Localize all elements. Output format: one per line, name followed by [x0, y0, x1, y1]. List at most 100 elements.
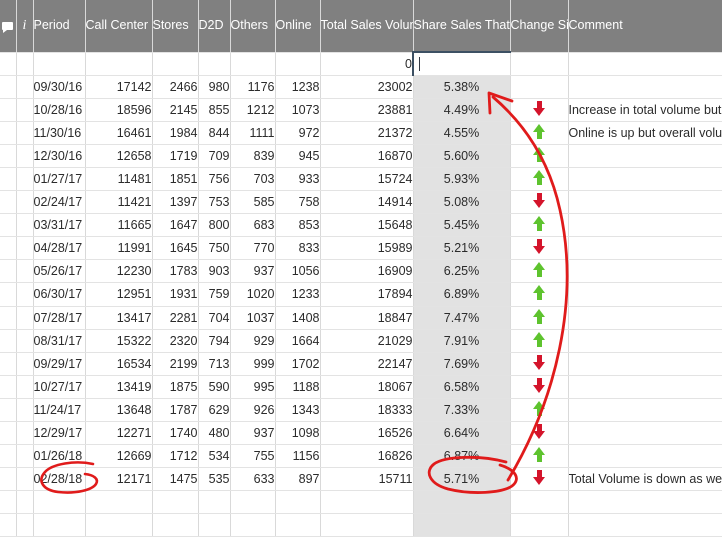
cell-d2d[interactable]: 759 [198, 282, 231, 307]
cell-stores[interactable]: 1875 [152, 375, 199, 399]
row-comment-marker-cell[interactable] [0, 167, 17, 192]
row-comment-marker-cell[interactable] [0, 98, 17, 122]
cell-change-since-last-period[interactable] [510, 167, 569, 192]
cell-comment[interactable] [568, 259, 722, 284]
cell-d2d[interactable]: 590 [198, 375, 231, 399]
cell-change-since-last-period[interactable] [510, 236, 569, 261]
cell-d2d[interactable] [198, 513, 231, 537]
header-share-sales-online[interactable]: Share Sales That Are On Line [413, 0, 511, 53]
cell-online[interactable]: 1343 [275, 398, 321, 423]
cell-stores[interactable]: 1740 [152, 421, 199, 446]
cell-change-since-last-period[interactable] [510, 352, 569, 376]
row-comment-marker-cell[interactable] [0, 52, 17, 76]
row-comment-marker-cell[interactable] [0, 144, 17, 168]
row-comment-marker-cell[interactable] [0, 421, 17, 446]
cell-call-center[interactable]: 11481 [85, 167, 153, 192]
cell-comment[interactable] [568, 190, 722, 215]
cell-others[interactable]: 999 [230, 352, 276, 376]
cell-change-since-last-period[interactable] [510, 375, 569, 399]
row-info-marker-cell[interactable] [16, 144, 34, 168]
row-info-marker-cell[interactable] [16, 121, 34, 145]
header-change-since-last-period[interactable]: Change Since Last Period [510, 0, 569, 53]
row-info-marker-cell[interactable] [16, 306, 34, 330]
cell-d2d[interactable]: 480 [198, 421, 231, 446]
cell-call-center[interactable]: 11991 [85, 236, 153, 261]
cell-d2d[interactable]: 713 [198, 352, 231, 376]
row-info-marker-cell[interactable] [16, 444, 34, 469]
table-row[interactable]: 01/26/18 12669 1712 534 755 1156 16826 6.87% [0, 444, 722, 469]
cell-share-sales-online-selected[interactable] [412, 50, 511, 76]
cell-total-sales-volume[interactable]: 14914 [320, 190, 414, 215]
row-info-marker-cell[interactable] [16, 398, 34, 423]
cell-change-since-last-period[interactable] [510, 467, 569, 492]
cell-d2d[interactable]: 844 [198, 121, 231, 145]
row-info-marker-cell[interactable] [16, 490, 34, 515]
cell-change-since-last-period[interactable] [510, 144, 569, 168]
row-info-marker-cell[interactable] [16, 167, 34, 192]
cell-call-center[interactable]: 12271 [85, 421, 153, 446]
row-info-marker-cell[interactable] [16, 190, 34, 215]
cell-period[interactable]: 03/31/17 [33, 213, 86, 238]
cell-d2d[interactable]: 903 [198, 259, 231, 284]
table-row[interactable]: 08/31/17 15322 2320 794 929 1664 21029 7.91% [0, 329, 722, 353]
cell-others[interactable]: 633 [230, 467, 276, 492]
header-total-sales-volume[interactable]: Total Sales Volume [320, 0, 414, 53]
cell-share-sales-online[interactable]: 6.87% [413, 444, 511, 469]
cell-comment[interactable] [568, 167, 722, 192]
cell-stores[interactable]: 2320 [152, 329, 199, 353]
cell-share-sales-online[interactable]: 7.47% [413, 306, 511, 330]
cell-call-center[interactable]: 12669 [85, 444, 153, 469]
table-row[interactable]: 02/28/18 12171 1475 535 633 897 15711 5.71% Tota… [0, 467, 722, 492]
cell-online[interactable]: 897 [275, 467, 321, 492]
cell-online[interactable]: 1188 [275, 375, 321, 399]
cell-change-since-last-period[interactable] [510, 52, 569, 76]
header-online[interactable]: Online [275, 0, 321, 53]
cell-period[interactable]: 09/30/16 [33, 75, 86, 99]
cell-total-sales-volume[interactable]: 0 [320, 52, 414, 76]
cell-comment[interactable]: Online is up but overall volume [568, 121, 722, 145]
cell-stores[interactable]: 1645 [152, 236, 199, 261]
cell-change-since-last-period[interactable] [510, 259, 569, 284]
cell-d2d[interactable]: 629 [198, 398, 231, 423]
table-row[interactable]: 12/30/16 12658 1719 709 839 945 16870 5.60% [0, 144, 722, 168]
cell-stores[interactable]: 2281 [152, 306, 199, 330]
cell-share-sales-online[interactable]: 7.33% [413, 398, 511, 423]
table-row[interactable] [0, 513, 722, 537]
cell-online[interactable]: 1098 [275, 421, 321, 446]
cell-comment[interactable] [568, 236, 722, 261]
cell-change-since-last-period[interactable] [510, 490, 569, 515]
cell-others[interactable]: 683 [230, 213, 276, 238]
header-call-center[interactable]: Call Center [85, 0, 153, 53]
cell-online[interactable]: 1664 [275, 329, 321, 353]
row-comment-marker-cell[interactable] [0, 236, 17, 261]
row-comment-marker-cell[interactable] [0, 329, 17, 353]
cell-others[interactable]: 937 [230, 421, 276, 446]
cell-stores[interactable]: 2199 [152, 352, 199, 376]
cell-online[interactable]: 853 [275, 213, 321, 238]
cell-share-sales-online[interactable]: 6.25% [413, 259, 511, 284]
row-comment-marker-cell[interactable] [0, 490, 17, 515]
cell-others[interactable]: 839 [230, 144, 276, 168]
table-row[interactable]: 12/29/17 12271 1740 480 937 1098 16526 6.64% [0, 421, 722, 446]
cell-others[interactable]: 585 [230, 190, 276, 215]
cell-others[interactable]: 937 [230, 259, 276, 284]
cell-stores[interactable]: 1712 [152, 444, 199, 469]
cell-call-center[interactable]: 17142 [85, 75, 153, 99]
cell-stores[interactable]: 1783 [152, 259, 199, 284]
cell-change-since-last-period[interactable] [510, 190, 569, 215]
cell-call-center[interactable]: 16461 [85, 121, 153, 145]
cell-d2d[interactable]: 704 [198, 306, 231, 330]
cell-total-sales-volume[interactable]: 15711 [320, 467, 414, 492]
cell-online[interactable] [275, 52, 321, 76]
cell-others[interactable]: 929 [230, 329, 276, 353]
cell-total-sales-volume[interactable]: 23002 [320, 75, 414, 99]
cell-comment[interactable] [568, 52, 722, 76]
cell-total-sales-volume[interactable]: 16870 [320, 144, 414, 168]
cell-stores[interactable]: 1647 [152, 213, 199, 238]
table-row[interactable]: 10/28/16 18596 2145 855 1212 1073 23881 4.49% In… [0, 98, 722, 122]
cell-call-center[interactable]: 13419 [85, 375, 153, 399]
cell-period[interactable]: 06/30/17 [33, 282, 86, 307]
cell-period[interactable]: 11/24/17 [33, 398, 86, 423]
cell-period[interactable]: 12/30/16 [33, 144, 86, 168]
row-comment-marker-cell[interactable] [0, 213, 17, 238]
